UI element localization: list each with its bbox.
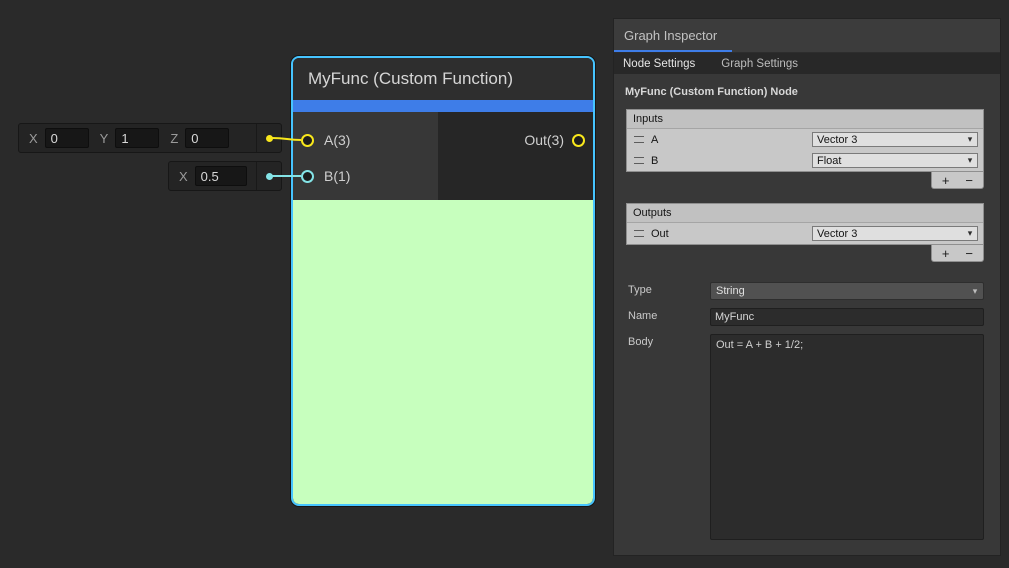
output-port-out[interactable]: Out(3) xyxy=(438,122,593,158)
outputs-list-header: Outputs xyxy=(627,204,983,223)
name-row: Name xyxy=(628,308,984,326)
port-out-ring-icon[interactable] xyxy=(572,134,585,147)
node-title[interactable]: MyFunc (Custom Function) xyxy=(293,58,593,100)
vector-x-label: X xyxy=(29,131,38,146)
float-x-label: X xyxy=(179,169,188,184)
vector3-port-icon[interactable] xyxy=(266,135,273,142)
type-label: Type xyxy=(628,282,710,296)
graph-inspector-panel: Graph Inspector Node Settings Graph Sett… xyxy=(613,18,1001,556)
chevron-down-icon: ▾ xyxy=(963,155,977,166)
outputs-list: Outputs Out Vector 3 ▾ xyxy=(626,203,984,245)
input-b-type-value: Float xyxy=(817,155,841,167)
inputs-list-row-a[interactable]: A Vector 3 ▾ xyxy=(627,129,983,150)
inputs-list: Inputs A Vector 3 ▾ B Float ▾ xyxy=(626,109,984,172)
tab-node-settings[interactable]: Node Settings xyxy=(623,58,695,70)
node-inputs-column: A(3) B(1) xyxy=(293,112,438,200)
vector-y-field[interactable] xyxy=(115,128,159,148)
chevron-down-icon: ▾ xyxy=(963,134,977,145)
node-ports-section: A(3) B(1) Out(3) xyxy=(293,112,593,200)
remove-input-button[interactable]: − xyxy=(961,174,977,187)
node-accent-bar xyxy=(293,100,593,112)
add-input-button[interactable]: + xyxy=(938,174,954,187)
input-b-name: B xyxy=(651,155,812,167)
float-port-cell xyxy=(256,162,281,190)
type-dropdown[interactable]: String ▾ xyxy=(710,282,984,300)
type-value: String xyxy=(716,285,745,297)
output-out-type-value: Vector 3 xyxy=(817,228,857,240)
inspector-tab-bar: Node Settings Graph Settings xyxy=(614,53,1000,74)
active-tab-indicator xyxy=(614,50,732,52)
port-a-ring-icon[interactable] xyxy=(301,134,314,147)
port-b-ring-icon[interactable] xyxy=(301,170,314,183)
inputs-list-header: Inputs xyxy=(627,110,983,129)
type-row: Type String ▾ xyxy=(628,282,984,300)
input-a-type-dropdown[interactable]: Vector 3 ▾ xyxy=(812,132,978,147)
chevron-down-icon: ▾ xyxy=(967,286,983,297)
float-port-icon[interactable] xyxy=(266,173,273,180)
inspector-title: Graph Inspector xyxy=(624,28,717,43)
name-label: Name xyxy=(628,308,710,322)
inspector-title-bar[interactable]: Graph Inspector xyxy=(614,19,1000,53)
outputs-list-footer: + − xyxy=(626,245,984,262)
output-out-name: Out xyxy=(651,228,812,240)
vector3-input-widget[interactable]: X Y Z xyxy=(18,123,282,153)
vector-x-field[interactable] xyxy=(45,128,89,148)
port-out-label: Out(3) xyxy=(524,132,564,148)
inputs-list-footer: + − xyxy=(626,172,984,189)
remove-output-button[interactable]: − xyxy=(961,247,977,260)
vector-z-field[interactable] xyxy=(185,128,229,148)
input-a-name: A xyxy=(651,134,812,146)
drag-handle-icon[interactable] xyxy=(634,136,644,143)
input-b-type-dropdown[interactable]: Float ▾ xyxy=(812,153,978,168)
chevron-down-icon: ▾ xyxy=(963,228,977,239)
vector-z-label: Z xyxy=(170,131,178,146)
output-out-type-dropdown[interactable]: Vector 3 ▾ xyxy=(812,226,978,241)
input-port-b[interactable]: B(1) xyxy=(293,158,438,194)
drag-handle-icon[interactable] xyxy=(634,230,644,237)
node-settings-heading: MyFunc (Custom Function) Node xyxy=(614,74,1000,109)
body-textarea[interactable]: Out = A + B + 1/2; xyxy=(710,334,984,540)
tab-graph-settings[interactable]: Graph Settings xyxy=(721,58,798,70)
inputs-list-row-b[interactable]: B Float ▾ xyxy=(627,150,983,171)
float-x-field[interactable] xyxy=(195,166,247,186)
node-preview xyxy=(293,200,593,504)
input-port-a[interactable]: A(3) xyxy=(293,122,438,158)
add-output-button[interactable]: + xyxy=(938,247,954,260)
node-outputs-column: Out(3) xyxy=(438,112,593,200)
body-row: Body Out = A + B + 1/2; xyxy=(628,334,984,540)
body-label: Body xyxy=(628,334,710,348)
float-input-widget[interactable]: X xyxy=(168,161,282,191)
port-b-label: B(1) xyxy=(324,168,350,184)
drag-handle-icon[interactable] xyxy=(634,157,644,164)
input-a-type-value: Vector 3 xyxy=(817,134,857,146)
port-a-label: A(3) xyxy=(324,132,350,148)
name-input[interactable] xyxy=(710,308,984,326)
vector3-port-cell xyxy=(256,124,281,152)
outputs-list-row-out[interactable]: Out Vector 3 ▾ xyxy=(627,223,983,244)
vector-y-label: Y xyxy=(100,131,109,146)
custom-function-node[interactable]: MyFunc (Custom Function) A(3) B(1) Out(3… xyxy=(291,56,595,506)
